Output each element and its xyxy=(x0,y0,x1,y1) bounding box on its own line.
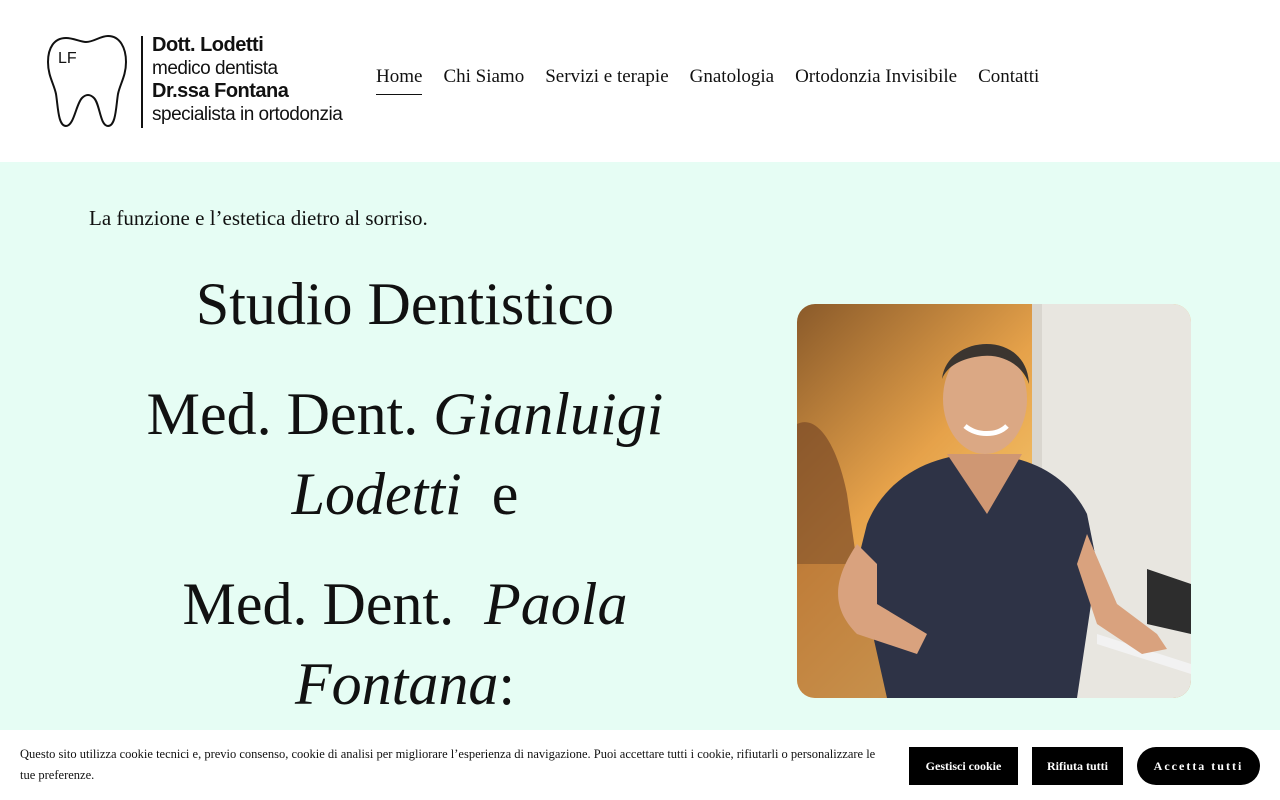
reject-all-button[interactable]: Rifiuta tutti xyxy=(1032,747,1123,785)
doctor-portrait-image xyxy=(797,304,1191,698)
doctor-1-prefix: Med. Dent. xyxy=(146,381,419,447)
doctor-2-last: Fontana xyxy=(295,651,499,717)
doctor-2-first: Paola xyxy=(484,571,628,637)
doctor-2-name: Med. Dent. Paola Fontana: xyxy=(110,564,700,724)
accept-all-button[interactable]: Accetta tutti xyxy=(1137,747,1260,785)
name-connector: e xyxy=(491,461,519,527)
logo-line-1: Dott. Lodetti xyxy=(152,34,264,56)
hero-title-block: Studio Dentistico Med. Dent. Gianluigi L… xyxy=(110,264,700,724)
nav-item-servizi[interactable]: Servizi e terapie xyxy=(545,66,668,95)
doctor-photo xyxy=(797,304,1191,698)
hero-title: Studio Dentistico xyxy=(195,271,615,337)
logo-line-2: medico dentista xyxy=(152,58,278,79)
doctor-2-prefix: Med. Dent. xyxy=(182,571,455,637)
doctor-2-suffix: : xyxy=(498,651,515,717)
logo-line-4: specialista in ortodonzia xyxy=(152,104,343,125)
main-nav: Home Chi Siamo Servizi e terapie Gnatolo… xyxy=(376,66,1060,95)
logo-monogram: LF xyxy=(58,50,77,67)
tooth-icon: LF xyxy=(46,34,128,128)
nav-item-home[interactable]: Home xyxy=(376,66,423,95)
logo-text: Dott. Lodetti medico dentista Dr.ssa Fon… xyxy=(152,34,343,126)
doctor-1-first: Gianluigi xyxy=(433,381,664,447)
hero-tagline: La funzione e l’estetica dietro al sorri… xyxy=(89,206,428,230)
manage-cookies-button[interactable]: Gestisci cookie xyxy=(909,747,1018,785)
site-logo[interactable]: LF Dott. Lodetti medico dentista Dr.ssa … xyxy=(46,32,346,132)
doctor-1-name: Med. Dent. Gianluigi Lodetti e xyxy=(110,374,700,534)
hero-section: La funzione e l’estetica dietro al sorri… xyxy=(0,162,1280,800)
nav-item-chi-siamo[interactable]: Chi Siamo xyxy=(443,66,524,95)
nav-item-gnatologia[interactable]: Gnatologia xyxy=(690,66,774,95)
logo-line-3: Dr.ssa Fontana xyxy=(152,80,289,102)
nav-item-contatti[interactable]: Contatti xyxy=(978,66,1039,95)
cookie-banner: Questo sito utilizza cookie tecnici e, p… xyxy=(0,730,1280,800)
site-header: LF Dott. Lodetti medico dentista Dr.ssa … xyxy=(0,0,1280,162)
cookie-message: Questo sito utilizza cookie tecnici e, p… xyxy=(20,747,876,782)
nav-item-ortodonzia-invisibile[interactable]: Ortodonzia Invisibile xyxy=(795,66,957,95)
logo-divider xyxy=(141,36,143,128)
doctor-1-last: Lodetti xyxy=(291,461,462,527)
